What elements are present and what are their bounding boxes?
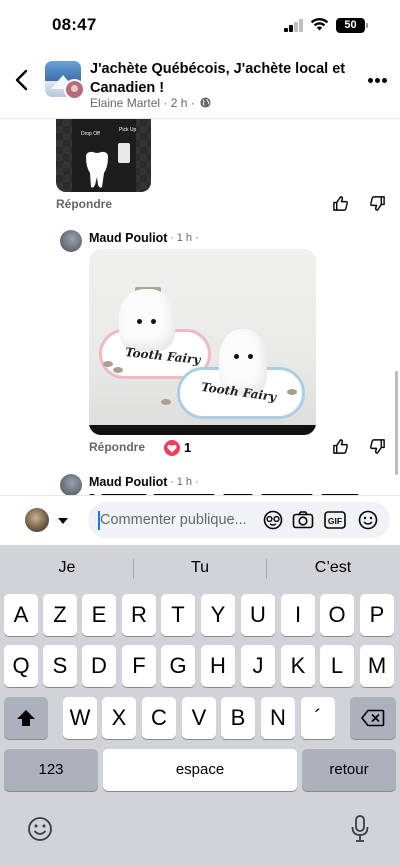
reply-button[interactable]: Répondre: [56, 197, 112, 211]
key[interactable]: L: [320, 645, 354, 687]
comments-feed[interactable]: Drop Off Pick Up Répondre Maud Pouliot ·…: [0, 119, 400, 495]
battery-tip: [366, 23, 368, 28]
key[interactable]: A: [4, 594, 38, 636]
commenter-name[interactable]: Maud Pouliot: [89, 475, 167, 489]
heart-icon[interactable]: [164, 440, 180, 456]
key[interactable]: X: [102, 697, 136, 739]
cellular-signal-icon: [284, 19, 304, 32]
key[interactable]: D: [82, 645, 116, 687]
like-icon[interactable]: [332, 195, 349, 212]
key[interactable]: E: [82, 594, 116, 636]
reply-button[interactable]: Répondre: [89, 440, 145, 454]
key[interactable]: P: [360, 594, 394, 636]
key[interactable]: S: [43, 645, 77, 687]
key[interactable]: K: [281, 645, 315, 687]
comment-input[interactable]: [100, 502, 260, 538]
gif-icon[interactable]: GIF: [324, 510, 346, 530]
key[interactable]: H: [201, 645, 235, 687]
status-time: 08:47: [52, 15, 97, 34]
shift-key[interactable]: [4, 697, 48, 739]
emoji-icon[interactable]: [357, 510, 379, 530]
scrollbar[interactable]: [395, 371, 398, 475]
backspace-key[interactable]: [350, 697, 396, 739]
thumb-label-pick-up: Pick Up: [119, 127, 137, 133]
space-key[interactable]: espace: [103, 749, 297, 791]
comment-image-thumbnail[interactable]: Drop Off Pick Up: [56, 119, 151, 192]
key[interactable]: I: [281, 594, 315, 636]
camera-icon[interactable]: [292, 510, 314, 530]
back-arrow-icon[interactable]: [12, 68, 32, 92]
key[interactable]: N: [261, 697, 295, 739]
globe-icon: [200, 97, 211, 108]
more-icon[interactable]: [368, 78, 388, 84]
author-avatar[interactable]: [64, 79, 85, 100]
shift-icon: [17, 710, 35, 726]
commenter-avatar[interactable]: [60, 230, 82, 252]
key[interactable]: W: [63, 697, 97, 739]
key[interactable]: G: [161, 645, 195, 687]
suggestion-2[interactable]: Tu: [134, 553, 266, 583]
keyboard-emoji-icon[interactable]: [27, 816, 53, 842]
status-bar: 08:47 50: [0, 0, 400, 50]
battery-icon: 50: [336, 18, 365, 33]
backspace-icon: [361, 709, 385, 727]
post-time: 2 h: [170, 96, 188, 110]
thumb-label-drop-off: Drop Off: [81, 131, 100, 137]
chevron-down-icon[interactable]: [58, 518, 68, 524]
return-key[interactable]: retour: [302, 749, 396, 791]
comment-composer: GIF: [0, 495, 400, 545]
comment-input-box[interactable]: GIF: [88, 502, 390, 538]
comment-time: · 1 h ·: [170, 232, 199, 244]
key[interactable]: U: [241, 594, 275, 636]
predictive-bar: Je Tu C’est: [0, 553, 400, 583]
post-author[interactable]: Elaine Martel: [90, 96, 160, 110]
reaction-count[interactable]: 1: [184, 440, 191, 455]
numbers-key[interactable]: 123: [4, 749, 98, 791]
commenter-avatar[interactable]: [60, 474, 82, 495]
key[interactable]: R: [122, 594, 156, 636]
meta-separator: ·: [163, 96, 168, 110]
key[interactable]: Y: [201, 594, 235, 636]
key[interactable]: J: [241, 645, 275, 687]
key[interactable]: O: [320, 594, 354, 636]
key[interactable]: Q: [4, 645, 38, 687]
comment-photo[interactable]: Tooth Fairy Tooth Fairy: [89, 249, 316, 435]
wifi-icon: [310, 17, 329, 31]
key[interactable]: M: [360, 645, 394, 687]
commenter-name[interactable]: Maud Pouliot: [89, 231, 167, 245]
meta-separator: ·: [190, 96, 195, 110]
post-header: J'achète Québécois, J'achète local et Ca…: [0, 52, 400, 118]
key[interactable]: V: [182, 697, 216, 739]
key[interactable]: F: [122, 645, 156, 687]
post-meta: Elaine Martel · 2 h ·: [90, 96, 211, 110]
key[interactable]: Z: [43, 594, 77, 636]
tooth-icon: [86, 151, 108, 188]
dislike-icon[interactable]: [369, 195, 386, 212]
key[interactable]: C: [142, 697, 176, 739]
svg-text:GIF: GIF: [328, 516, 342, 526]
suggestion-1[interactable]: Je: [1, 553, 133, 583]
keyboard: Je Tu C’est A Z E R T Y U I O P Q S D F …: [0, 545, 400, 866]
key[interactable]: B: [221, 697, 255, 739]
composer-avatar[interactable]: [25, 508, 49, 532]
suggestion-3[interactable]: C’est: [267, 553, 399, 583]
like-icon[interactable]: [332, 438, 349, 455]
microphone-icon[interactable]: [350, 814, 370, 844]
comment-time: · 1 h ·: [170, 476, 199, 488]
group-title[interactable]: J'achète Québécois, J'achète local et Ca…: [90, 60, 352, 98]
key[interactable]: T: [161, 594, 195, 636]
avatar-sticker-icon[interactable]: [262, 510, 284, 530]
dislike-icon[interactable]: [369, 438, 386, 455]
key[interactable]: ´: [301, 697, 335, 739]
